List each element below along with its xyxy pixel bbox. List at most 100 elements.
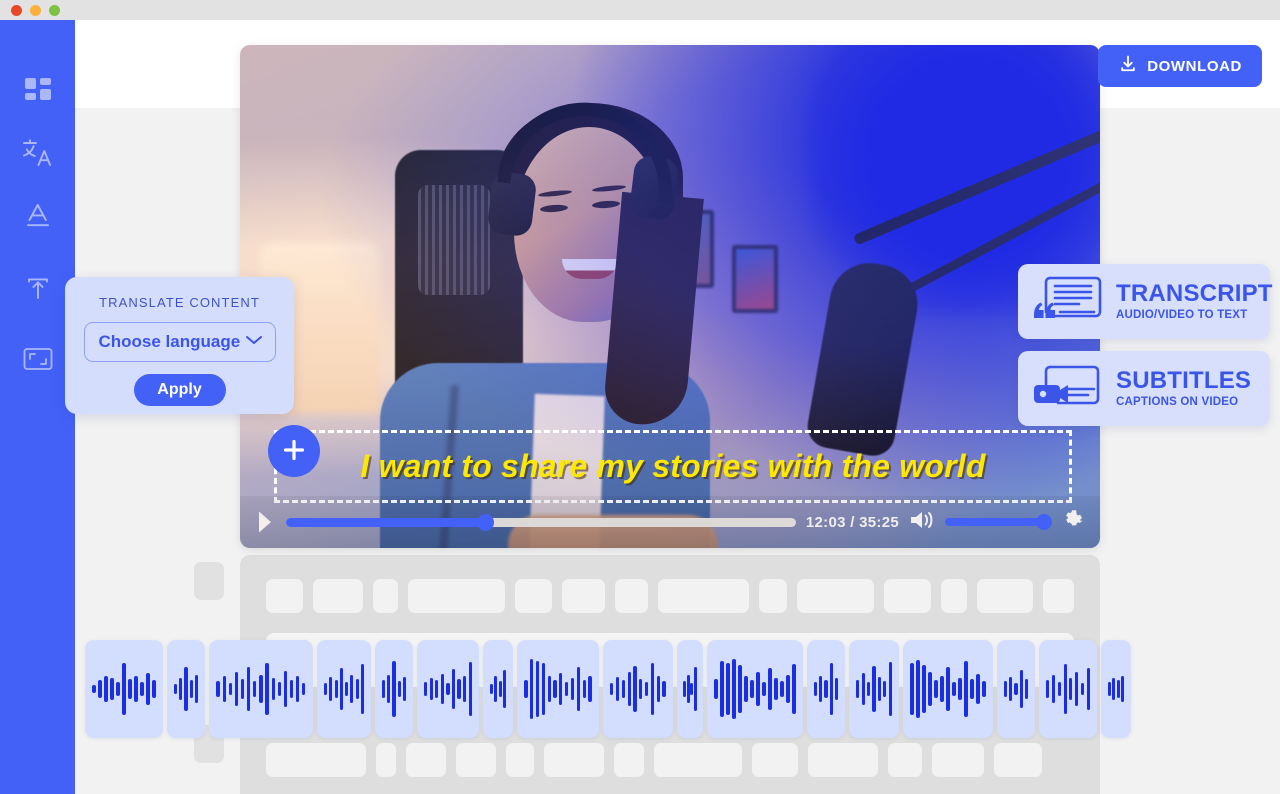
download-icon — [1118, 54, 1138, 78]
waveform-bar — [387, 675, 391, 703]
waveform-bar — [468, 662, 472, 716]
seek-bar[interactable] — [286, 513, 796, 531]
audio-clip[interactable] — [167, 640, 205, 738]
time-display: 12:03 / 35:25 — [805, 513, 899, 531]
waveform-bar — [392, 661, 396, 717]
upload-icon — [23, 274, 53, 304]
waveform-bar — [888, 662, 892, 716]
audio-clip[interactable] — [1039, 640, 1097, 738]
audio-clip[interactable] — [603, 640, 673, 738]
waveform-bar — [489, 684, 493, 694]
audio-clip[interactable] — [317, 640, 371, 738]
audio-clip[interactable] — [807, 640, 845, 738]
waveform-bar — [952, 682, 956, 696]
audio-clip[interactable] — [903, 640, 993, 738]
audio-clip[interactable] — [375, 640, 413, 738]
waveform-bar — [530, 659, 534, 719]
skeleton-pill — [506, 743, 534, 777]
settings-button[interactable] — [1060, 507, 1086, 538]
sidebar-item-upload[interactable] — [0, 266, 75, 312]
waveform-bar — [1046, 680, 1050, 698]
volume-slider[interactable] — [945, 514, 1052, 530]
sidebar-item-resize[interactable] — [0, 336, 75, 382]
waveform-bar — [744, 676, 748, 702]
waveform-bar — [693, 667, 697, 711]
play-button[interactable] — [254, 509, 276, 535]
waveform-bar — [786, 675, 790, 703]
waveform-bar — [656, 676, 660, 702]
waveform-bar — [382, 680, 386, 698]
audio-clip[interactable] — [209, 640, 313, 738]
skeleton-pill — [561, 579, 606, 613]
translate-panel-title: TRANSLATE CONTENT — [99, 295, 260, 310]
skeleton-pill — [932, 743, 984, 777]
waveform-bar — [940, 676, 944, 702]
waveform-bar — [1112, 678, 1116, 700]
skeleton-pill — [544, 743, 604, 777]
skeleton-pill — [759, 579, 787, 613]
waveform-bar — [435, 680, 439, 698]
waveform-bar — [976, 674, 980, 704]
language-select[interactable]: Choose language — [83, 322, 276, 362]
audio-clip[interactable] — [85, 640, 163, 738]
waveform-bar — [872, 666, 876, 712]
waveform-bar — [503, 670, 507, 708]
waveform-bar — [922, 665, 926, 713]
waveform-bar — [179, 678, 183, 700]
seek-bar-handle[interactable] — [476, 513, 494, 531]
feature-card-subtitle: CAPTIONS ON VIDEO — [1116, 395, 1239, 408]
audio-clip[interactable] — [997, 640, 1035, 738]
add-subtitle-button[interactable] — [268, 425, 320, 477]
waveform-bar — [726, 663, 730, 715]
window-zoom-button[interactable] — [49, 4, 60, 16]
sidebar-item-text[interactable] — [0, 192, 75, 238]
sidebar-item-translate[interactable] — [0, 130, 75, 176]
skeleton-pill — [654, 743, 742, 777]
gear-icon — [1060, 507, 1086, 538]
quote-transcript-icon — [1028, 270, 1106, 333]
waveform-bar — [650, 663, 655, 715]
download-label: DOWNLOAD — [1147, 57, 1242, 75]
video-player[interactable]: I want to share my stories with the worl… — [240, 45, 1100, 548]
volume-button[interactable] — [909, 509, 935, 536]
waveform-bar — [1024, 679, 1028, 699]
feature-card-subtitles[interactable]: SUBTITLES CAPTIONS ON VIDEO — [1018, 351, 1270, 426]
skeleton-pill — [406, 743, 446, 777]
audio-clip[interactable] — [677, 640, 703, 738]
apply-button[interactable]: Apply — [133, 374, 226, 406]
feature-card-transcript[interactable]: TRANSCRIPT AUDIO/VIDEO TO TEXT — [1018, 264, 1272, 339]
audio-clip[interactable] — [849, 640, 899, 738]
waveform-bar — [582, 680, 586, 698]
waveform-bar — [1121, 676, 1125, 702]
video-captions-icon — [1028, 357, 1106, 420]
waveform-bar — [440, 674, 444, 704]
sidebar-item-dashboard[interactable] — [0, 68, 75, 114]
timeline-area — [0, 530, 1280, 794]
audio-clip[interactable] — [417, 640, 479, 738]
waveform-bar — [662, 681, 666, 697]
waveform-bar — [350, 675, 354, 703]
waveform-bar — [234, 672, 239, 706]
window-close-button[interactable] — [11, 4, 22, 16]
audio-clip[interactable] — [517, 640, 599, 738]
waveform-bar — [283, 671, 288, 707]
waveform-bar — [627, 672, 631, 706]
window-minimize-button[interactable] — [30, 4, 41, 16]
skeleton-pill — [266, 743, 366, 777]
skeleton-pill — [883, 579, 931, 613]
waveform-bar — [104, 676, 108, 702]
waveform-bar — [964, 661, 968, 717]
audio-clip[interactable] — [707, 640, 803, 738]
waveform-bar — [216, 681, 220, 697]
audio-clip[interactable] — [483, 640, 513, 738]
audio-waveform-track[interactable] — [0, 640, 1280, 738]
audio-clip[interactable] — [1101, 640, 1131, 738]
waveform-bar — [910, 663, 914, 715]
subtitle-text: I want to share my stories with the worl… — [360, 448, 986, 484]
skeleton-pill — [615, 579, 649, 613]
waveform-bar — [174, 684, 178, 694]
download-button[interactable]: DOWNLOAD — [1098, 45, 1262, 87]
volume-slider-handle[interactable] — [1036, 514, 1052, 530]
skeleton-pill — [752, 743, 798, 777]
waveform-bar — [451, 669, 456, 709]
